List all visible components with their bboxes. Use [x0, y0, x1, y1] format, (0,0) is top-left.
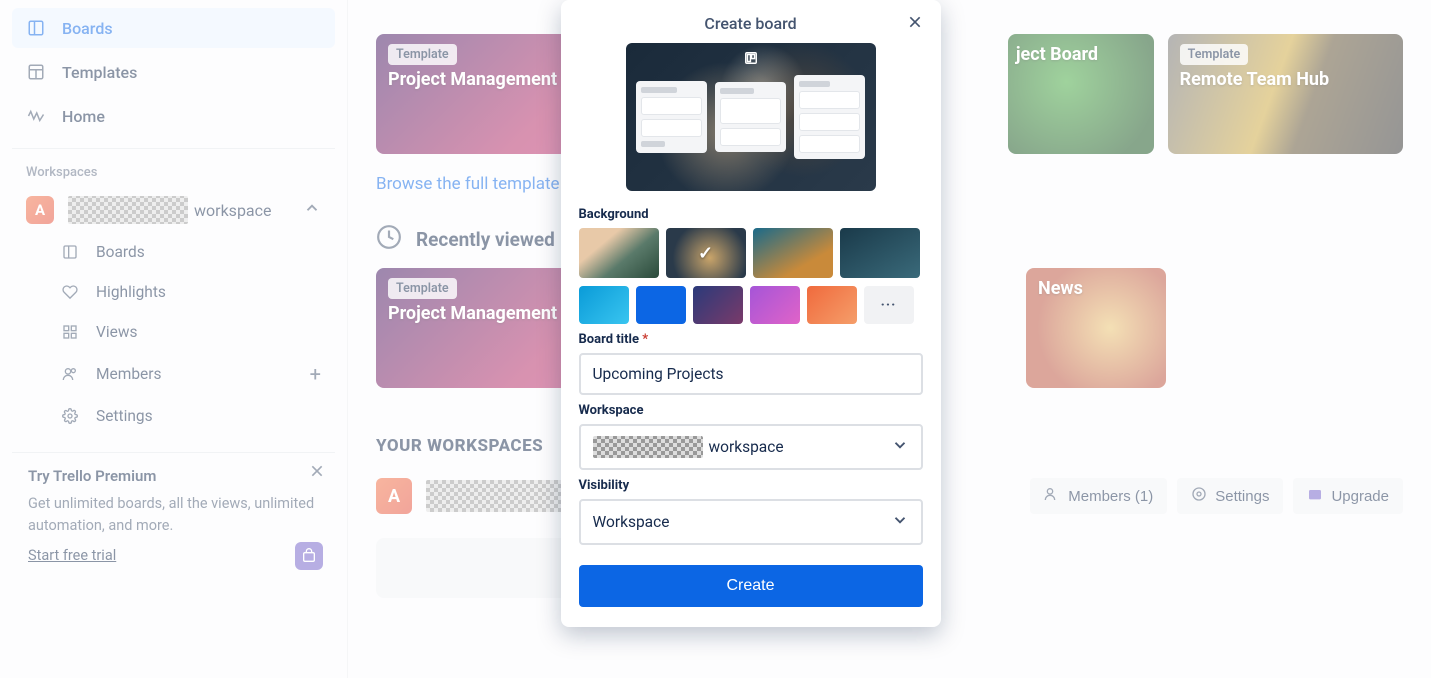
board-preview — [626, 43, 876, 191]
background-option[interactable] — [579, 228, 659, 278]
color-option[interactable] — [636, 286, 686, 324]
background-option[interactable] — [840, 228, 920, 278]
modal-title: Create board — [704, 14, 796, 33]
trello-icon — [744, 51, 758, 69]
create-button[interactable]: Create — [579, 565, 923, 607]
create-board-modal: Create board Background ··· — [561, 0, 941, 627]
background-color-options: ··· — [579, 286, 923, 324]
background-option-selected[interactable] — [666, 228, 746, 278]
chevron-down-icon — [891, 436, 909, 458]
modal-overlay: Create board Background ··· — [0, 0, 1431, 678]
board-title-label: Board title * — [579, 332, 923, 347]
background-image-options — [579, 228, 923, 278]
color-option[interactable] — [693, 286, 743, 324]
color-option[interactable] — [807, 286, 857, 324]
visibility-select-label: Visibility — [579, 478, 923, 493]
redacted-workspace-name — [593, 436, 703, 458]
board-title-input[interactable] — [579, 353, 923, 395]
background-option[interactable] — [753, 228, 833, 278]
visibility-select[interactable]: Workspace — [579, 499, 923, 545]
background-label: Background — [579, 207, 923, 222]
workspace-select[interactable]: workspace — [579, 424, 923, 470]
color-option[interactable] — [750, 286, 800, 324]
close-icon[interactable] — [907, 14, 923, 34]
color-option[interactable] — [579, 286, 629, 324]
workspace-select-label: Workspace — [579, 403, 923, 418]
chevron-down-icon — [891, 511, 909, 533]
more-backgrounds-button[interactable]: ··· — [864, 286, 914, 324]
